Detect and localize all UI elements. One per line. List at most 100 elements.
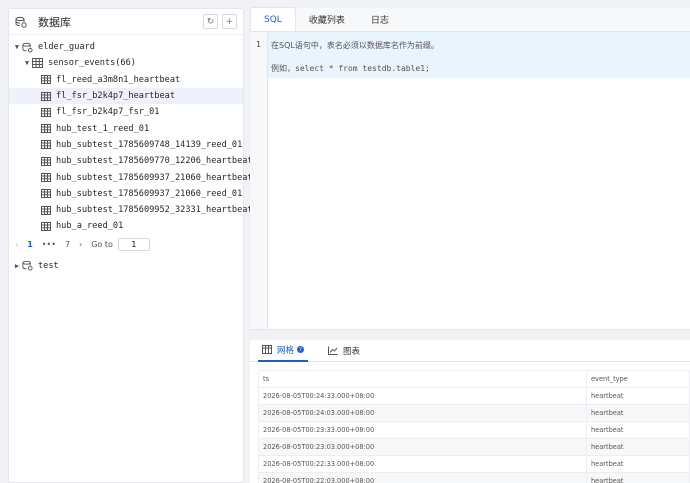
- database-icon: [15, 16, 27, 28]
- tab-log[interactable]: 日志: [358, 7, 402, 31]
- table-icon: [41, 140, 51, 150]
- tree-node-table[interactable]: hub_a_reed_01: [9, 218, 243, 234]
- cell-event-type[interactable]: heartbeat: [586, 404, 690, 422]
- goto-label: Go to: [91, 240, 113, 250]
- table-icon: [41, 205, 51, 215]
- refresh-button[interactable]: ↻: [203, 14, 218, 29]
- page-1[interactable]: 1: [27, 240, 33, 249]
- editor-placeholder-line-1: 在SQL语句中，表名必须以数据库名作为前缀。: [268, 32, 690, 60]
- line-chart-icon: [328, 346, 338, 355]
- tab-grid-label: 网格: [277, 345, 295, 356]
- tree-node-label: sensor_events(66): [48, 58, 136, 69]
- table-icon: [41, 173, 51, 183]
- table-icon: [41, 156, 51, 166]
- add-button[interactable]: +: [222, 14, 237, 29]
- help-icon[interactable]: ?: [297, 346, 305, 353]
- database-icon: [22, 260, 33, 271]
- tab-grid[interactable]: 网格 ?: [258, 340, 309, 362]
- table-icon: [41, 189, 51, 199]
- cell-event-type[interactable]: heartbeat: [586, 472, 690, 483]
- cell-ts[interactable]: 2026-08-05T00:23:03.000+08:00: [258, 438, 587, 456]
- next-page-icon[interactable]: ›: [79, 240, 82, 249]
- tree-node-label: elder_guard: [38, 42, 95, 53]
- tree-node-table[interactable]: hub_subtest_1785609748_14139_reed_01: [9, 137, 243, 153]
- cell-event-type[interactable]: heartbeat: [586, 438, 690, 456]
- tree-node-table[interactable]: fl_fsr_b2k4p7_heartbeat: [9, 87, 243, 105]
- database-icon: [22, 42, 33, 53]
- table-row[interactable]: 2026-08-05T00:24:03.000+08:00 heartbeat: [258, 404, 690, 422]
- cell-event-type[interactable]: heartbeat: [586, 455, 690, 473]
- table-header-row: ts event_type: [258, 370, 690, 388]
- tree-node-label: fl_fsr_b2k4p7_fsr_01: [56, 107, 160, 118]
- tree-node-test[interactable]: ▶ test: [9, 258, 243, 274]
- tree-node-table[interactable]: fl_reed_a3m8n1_heartbeat: [9, 72, 243, 88]
- grid-icon: [262, 345, 272, 354]
- sql-editor[interactable]: 1 在SQL语句中，表名必须以数据库名作为前缀。 例如，select * fro…: [250, 32, 690, 330]
- tree-node-table[interactable]: hub_subtest_1785609937_21060_reed_01: [9, 186, 243, 202]
- tree-node-label: fl_reed_a3m8n1_heartbeat: [56, 74, 181, 85]
- tab-sql[interactable]: SQL: [250, 7, 296, 31]
- tree-pagination: ‹ 1 ••• 7 › Go to: [9, 236, 243, 254]
- table-icon: [41, 124, 51, 134]
- cell-ts[interactable]: 2026-08-05T00:24:03.000+08:00: [258, 404, 587, 422]
- column-header-event-type[interactable]: event_type: [586, 370, 690, 388]
- tree-node-sensor-events[interactable]: ▼ sensor_events(66): [9, 55, 243, 71]
- result-tabs: 网格 ? 图表: [250, 340, 690, 362]
- line-number: 1: [255, 40, 262, 49]
- cell-ts[interactable]: 2026-08-05T00:24:33.000+08:00: [258, 387, 587, 405]
- table-row[interactable]: 2026-08-05T00:23:33.000+08:00 heartbeat: [258, 421, 690, 439]
- table-row[interactable]: 2026-08-05T00:24:33.000+08:00 heartbeat: [258, 387, 690, 405]
- tree-node-label: hub_test_1_reed_01: [56, 123, 150, 134]
- refresh-icon: ↻: [206, 16, 215, 27]
- tree-node-table[interactable]: hub_subtest_1785609952_32331_heartbeat: [9, 202, 253, 218]
- tree-node-table[interactable]: hub_subtest_1785609770_12206_heartbeat: [9, 153, 253, 169]
- caret-down-icon[interactable]: ▼: [22, 59, 32, 67]
- tree-node-table[interactable]: hub_subtest_1785609937_21060_heartbeat: [9, 169, 253, 185]
- page-7[interactable]: 7: [65, 240, 70, 249]
- tree-node-label: fl_fsr_b2k4p7_heartbeat: [56, 91, 175, 102]
- table-row[interactable]: 2026-08-05T00:22:33.000+08:00 heartbeat: [258, 455, 690, 473]
- tree-node-label: hub_subtest_1785609937_21060_reed_01: [56, 188, 243, 199]
- tree-node-label: hub_subtest_1785609770_12206_heartbeat: [56, 156, 253, 167]
- tree-node-label: hub_a_reed_01: [56, 221, 124, 232]
- goto-page-input[interactable]: [117, 238, 150, 252]
- tree-node-label: hub_subtest_1785609748_14139_reed_01: [56, 139, 243, 150]
- cell-ts[interactable]: 2026-08-05T00:22:33.000+08:00: [258, 455, 587, 473]
- database-panel-header: 数据库 ↻ +: [9, 9, 243, 35]
- table-icon: [41, 91, 51, 101]
- page-ellipsis[interactable]: •••: [42, 240, 56, 249]
- tree-node-elder-guard[interactable]: ▼ elder_guard: [9, 39, 243, 55]
- table-icon: [41, 221, 51, 231]
- query-tabs: SQL 收藏列表 日志: [250, 7, 690, 32]
- line-gutter: 1: [250, 32, 268, 329]
- table-row[interactable]: 2026-08-05T00:22:03.000+08:00 heartbeat: [258, 472, 690, 483]
- database-panel: 数据库 ↻ + ▼ elder_guard ▼ sensor_events(66…: [8, 8, 253, 483]
- database-tree: ▼ elder_guard ▼ sensor_events(66) fl_ree…: [9, 35, 253, 274]
- tab-chart[interactable]: 图表: [324, 340, 364, 362]
- table-row[interactable]: 2026-08-05T00:23:03.000+08:00 heartbeat: [258, 438, 690, 456]
- table-icon: [41, 107, 51, 117]
- editor-content[interactable]: 在SQL语句中，表名必须以数据库名作为前缀。 例如，select * from …: [268, 32, 690, 329]
- supertable-icon: [32, 58, 43, 69]
- tab-chart-label: 图表: [343, 346, 361, 357]
- tree-node-label: hub_subtest_1785609937_21060_heartbeat: [56, 172, 253, 183]
- caret-down-icon[interactable]: ▼: [12, 43, 22, 51]
- column-header-ts[interactable]: ts: [258, 370, 587, 388]
- cell-ts[interactable]: 2026-08-05T00:23:33.000+08:00: [258, 421, 587, 439]
- tree-node-label: test: [38, 260, 59, 271]
- tree-node-table[interactable]: fl_fsr_b2k4p7_fsr_01: [9, 104, 243, 120]
- tree-node-label: hub_subtest_1785609952_32331_heartbeat: [56, 205, 253, 216]
- caret-right-icon[interactable]: ▶: [12, 262, 22, 270]
- tab-favorites[interactable]: 收藏列表: [296, 7, 358, 31]
- editor-placeholder-line-2: 例如，select * from testdb.table1;: [271, 64, 430, 73]
- query-panel: SQL 收藏列表 日志 1 在SQL语句中，表名必须以数据库名作为前缀。 例如，…: [250, 7, 690, 483]
- database-panel-title: 数据库: [38, 15, 71, 29]
- prev-page-icon[interactable]: ‹: [15, 240, 18, 249]
- cell-ts[interactable]: 2026-08-05T00:22:03.000+08:00: [258, 472, 587, 483]
- cell-event-type[interactable]: heartbeat: [586, 421, 690, 439]
- cell-event-type[interactable]: heartbeat: [586, 387, 690, 405]
- table-icon: [41, 75, 51, 85]
- tree-node-table[interactable]: hub_test_1_reed_01: [9, 120, 243, 136]
- result-table: ts event_type 2026-08-05T00:24:33.000+08…: [258, 370, 690, 483]
- plus-icon: +: [225, 16, 234, 27]
